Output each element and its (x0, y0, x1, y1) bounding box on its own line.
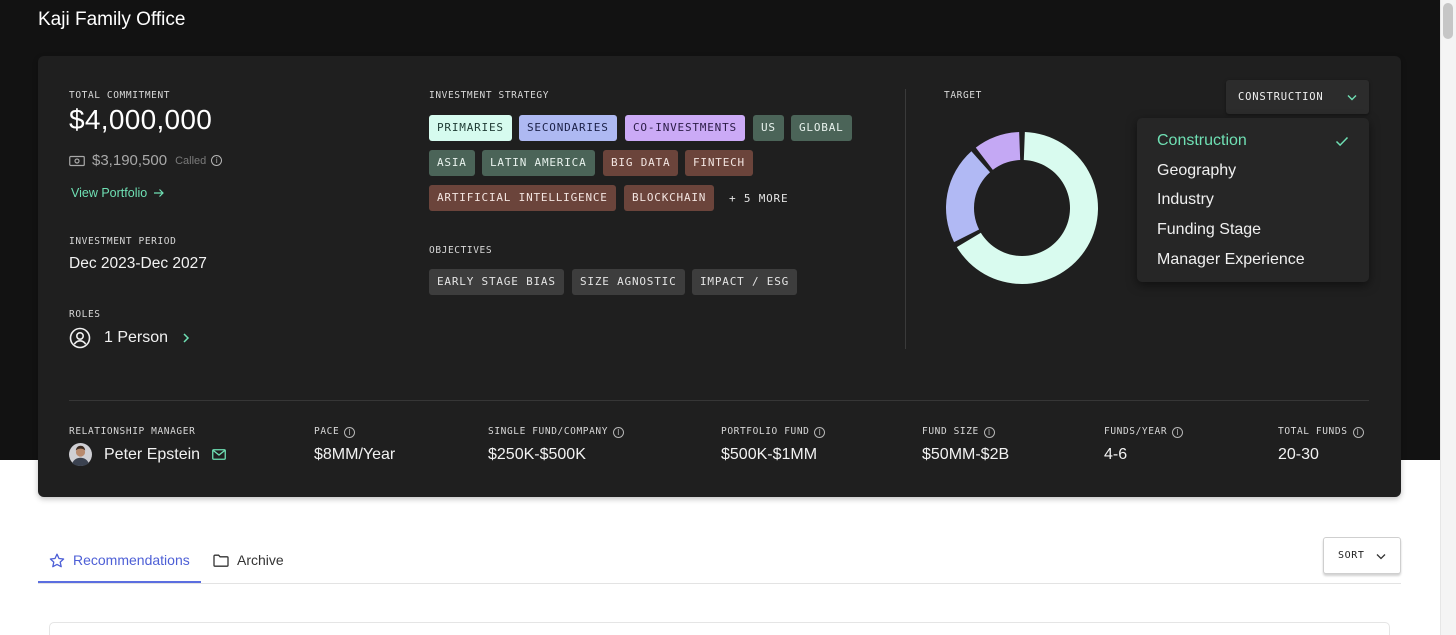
tab-archive-label: Archive (237, 552, 284, 568)
info-icon[interactable]: i (344, 427, 356, 438)
chevron-down-icon (1347, 95, 1357, 101)
tag-global: GLOBAL (791, 115, 852, 141)
investment-period-label: INVESTMENT PERIOD (69, 236, 177, 247)
roles-label: ROLES (69, 309, 101, 320)
investment-strategy-label: INVESTMENT STRATEGY (429, 90, 550, 101)
tag-secondaries: SECONDARIES (519, 115, 617, 141)
tab-archive[interactable]: Archive (213, 552, 284, 568)
fund-size-value: $50MM-$2B (922, 446, 1010, 463)
tag-blockchain: BLOCKCHAIN (624, 185, 715, 211)
relationship-manager-value: Peter Epstein (104, 445, 201, 463)
chevron-down-icon (1376, 554, 1386, 560)
sort-button[interactable]: SORT (1323, 537, 1401, 574)
arrow-right-icon (154, 189, 165, 197)
info-icon[interactable]: i (1172, 427, 1184, 438)
funds-year-label-wrap: FUNDS/YEAR i (1104, 426, 1184, 438)
single-fund-label-wrap: SINGLE FUND/COMPANY i (488, 426, 625, 438)
target-dimension-menu: Construction Geography Industry Funding … (1137, 118, 1369, 282)
scrollbar-track[interactable] (1440, 0, 1456, 635)
tag-fintech: FINTECH (685, 150, 753, 176)
tag-latin-america: LATIN AMERICA (482, 150, 595, 176)
relationship-manager-row: Peter Epstein (69, 443, 226, 466)
total-funds-value: 20-30 (1278, 446, 1319, 463)
commitment-card: TOTAL COMMITMENT $4,000,000 $3,190,500 C… (38, 56, 1401, 497)
total-commitment-value: $4,000,000 (69, 104, 213, 135)
called-row: $3,190,500 Called i (69, 152, 223, 169)
pace-label: PACE (314, 426, 340, 437)
tag-primaries: PRIMARIES (429, 115, 512, 141)
donut-segment-1 (946, 151, 991, 243)
check-icon (1335, 136, 1349, 147)
tag-co-investments: CO-INVESTMENTS (625, 115, 745, 141)
page-title: Kaji Family Office (38, 9, 186, 30)
tab-recommendations-label: Recommendations (73, 552, 190, 568)
total-funds-label-wrap: TOTAL FUNDS i (1278, 426, 1364, 438)
mail-icon[interactable] (212, 449, 226, 460)
info-icon[interactable]: i (211, 155, 223, 166)
menu-item-manager-experience[interactable]: Manager Experience (1157, 251, 1305, 269)
tag-size-agnostic: SIZE AGNOSTIC (572, 269, 685, 295)
tag-us: US (753, 115, 784, 141)
star-icon (49, 553, 65, 567)
column-divider (905, 89, 906, 349)
info-icon[interactable]: i (983, 427, 995, 438)
tag-artificial-intelligence: ARTIFICIAL INTELLIGENCE (429, 185, 616, 211)
total-commitment-label: TOTAL COMMITMENT (69, 90, 171, 101)
roles-row[interactable]: 1 Person (69, 327, 191, 349)
target-donut-chart (946, 132, 1098, 284)
called-value: $3,190,500 (92, 152, 168, 169)
relationship-manager-label: RELATIONSHIP MANAGER (69, 426, 196, 437)
menu-item-geography[interactable]: Geography (1157, 162, 1236, 180)
investment-period-value: Dec 2023-Dec 2027 (69, 255, 207, 272)
chevron-right-icon (183, 333, 190, 343)
target-dimension-dropdown[interactable]: CONSTRUCTION (1226, 80, 1369, 114)
fund-size-label-wrap: FUND SIZE i (922, 426, 995, 438)
tab-recommendations[interactable]: Recommendations (49, 552, 190, 568)
info-icon[interactable]: i (1352, 427, 1364, 438)
info-icon[interactable]: i (814, 427, 826, 438)
fund-size-label: FUND SIZE (922, 426, 979, 437)
tag-early-stage-bias: EARLY STAGE BIAS (429, 269, 564, 295)
pace-value: $8MM/Year (314, 446, 396, 463)
menu-item-funding-stage[interactable]: Funding Stage (1157, 221, 1261, 239)
avatar (69, 443, 92, 466)
tabs-baseline (38, 583, 1401, 584)
portfolio-fund-value: $500K-$1MM (721, 446, 818, 463)
active-tab-indicator (38, 581, 201, 583)
funds-year-label: FUNDS/YEAR (1104, 426, 1168, 437)
single-fund-label: SINGLE FUND/COMPANY (488, 426, 609, 437)
pace-label-wrap: PACE i (314, 426, 356, 438)
target-label: TARGET (944, 90, 982, 101)
view-portfolio-label: View Portfolio (71, 186, 148, 200)
dropdown-selected-label: CONSTRUCTION (1238, 91, 1324, 103)
called-label: Called (175, 154, 207, 167)
info-icon[interactable]: i (613, 427, 625, 438)
portfolio-fund-label-wrap: PORTFOLIO FUND i (721, 426, 826, 438)
section-divider (69, 400, 1369, 401)
sort-label: SORT (1338, 550, 1365, 561)
funds-year-value: 4-6 (1104, 446, 1128, 463)
more-tags-link[interactable]: + 5 MORE (729, 192, 788, 205)
view-portfolio-link[interactable]: View Portfolio (71, 186, 165, 200)
roles-value: 1 Person (104, 329, 169, 346)
objectives-label: OBJECTIVES (429, 245, 493, 256)
scrollbar-thumb[interactable] (1443, 3, 1453, 39)
menu-item-industry[interactable]: Industry (1157, 191, 1214, 209)
total-funds-label: TOTAL FUNDS (1278, 426, 1348, 437)
cash-icon (69, 155, 85, 166)
donut-segment-0 (956, 132, 1098, 284)
portfolio-fund-label: PORTFOLIO FUND (721, 426, 810, 437)
single-fund-value: $250K-$500K (488, 446, 586, 463)
tag-big-data: BIG DATA (603, 150, 679, 176)
folder-icon (213, 554, 229, 567)
tag-asia: ASIA (429, 150, 475, 176)
user-circle-icon (69, 327, 91, 349)
menu-item-construction[interactable]: Construction (1157, 132, 1247, 150)
recommendation-card (49, 622, 1390, 635)
tag-impact-esg: IMPACT / ESG (692, 269, 798, 295)
